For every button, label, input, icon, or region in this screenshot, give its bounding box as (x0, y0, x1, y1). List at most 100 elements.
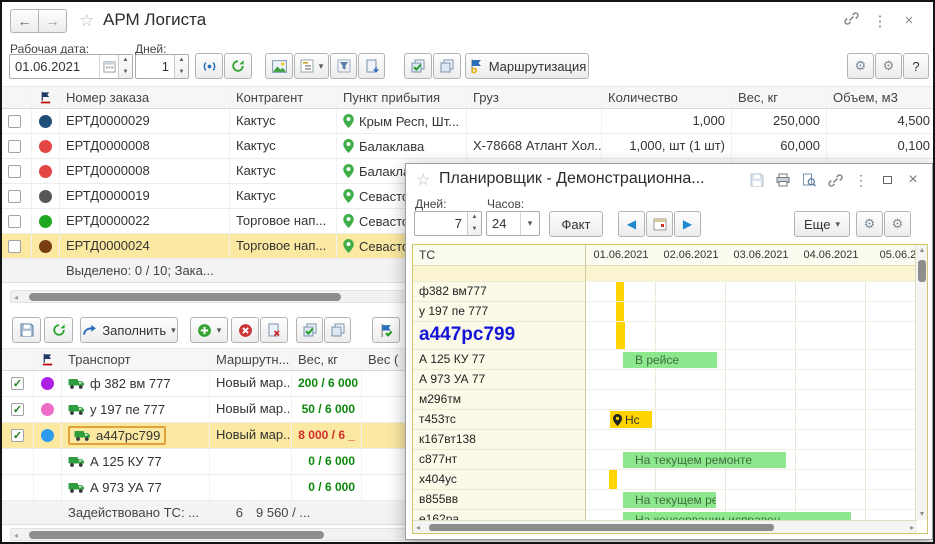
dialog-settings-button[interactable]: ⚙ (884, 211, 911, 237)
cancel-doc-button[interactable] (260, 317, 288, 343)
monitor-button[interactable] (195, 53, 223, 79)
col-contractor[interactable]: Контрагент (230, 87, 337, 108)
dialog-maximize-icon[interactable] (876, 171, 898, 189)
filter-button[interactable] (330, 53, 357, 79)
date-spinner[interactable]: ▲▼ (118, 55, 132, 78)
dialog-settings-doc-button[interactable]: ⚙ (856, 211, 883, 237)
checkbox-icon[interactable] (8, 115, 21, 128)
transport-name-cell[interactable]: а447рс799 (68, 426, 166, 445)
col-weight[interactable]: Вес, кг (732, 87, 827, 108)
gantt-bar[interactable]: На текущем ре (623, 492, 716, 508)
checkbox-checked-icon[interactable]: ✓ (11, 403, 24, 416)
refresh-transport-button[interactable] (44, 317, 73, 343)
dialog-hours-select[interactable]: 24 ▾ (486, 211, 540, 236)
next-period-button[interactable]: ▶ (674, 211, 701, 237)
transport-name-cell[interactable]: у 197 пе 777 (68, 402, 165, 417)
gantt-bar[interactable]: На консервации исправен (623, 512, 851, 520)
gantt-row-timeline[interactable]: Нс (586, 410, 917, 430)
transport-name[interactable]: А 125 КУ 77 (62, 449, 210, 474)
favorite-star-icon[interactable]: ☆ (79, 11, 94, 31)
check-all-button[interactable] (404, 53, 432, 79)
post-flag-button[interactable] (372, 317, 400, 343)
order-row[interactable]: ЕРТД0000029КактусКрым Респ, Шт...1,00025… (2, 109, 935, 134)
order-row[interactable]: ЕРТД0000008КактусБалаклаваХ-78668 Атлант… (2, 134, 935, 159)
gantt-bar[interactable]: На текущем ремонте (623, 452, 786, 468)
dialog-close-icon[interactable]: × (902, 171, 924, 189)
gantt-row-timeline[interactable] (586, 282, 917, 302)
transport-hscroll-thumb[interactable] (29, 531, 324, 539)
col-qty[interactable]: Количество (602, 87, 732, 108)
gantt-row[interactable]: е162раНа консервации исправен (413, 510, 917, 520)
gantt-row-timeline[interactable]: В рейсе (586, 350, 917, 370)
gantt-row[interactable]: А 125 КУ 77В рейсе (413, 350, 917, 370)
gantt-row[interactable]: А 973 УА 77 (413, 370, 917, 390)
checkbox-checked-icon[interactable]: ✓ (11, 377, 24, 390)
gantt-row[interactable]: с877нтНа текущем ремонте (413, 450, 917, 470)
gantt-row[interactable]: в855ввНа текущем ре (413, 490, 917, 510)
transport-name-cell[interactable]: А 125 КУ 77 (68, 454, 162, 469)
refresh-button[interactable] (224, 53, 252, 79)
gantt-row-timeline[interactable] (586, 390, 917, 410)
gantt-vscroll-thumb[interactable] (918, 260, 926, 282)
gantt-row-timeline[interactable] (586, 470, 917, 490)
gantt-row-timeline[interactable] (586, 302, 917, 322)
transport-name[interactable]: А 973 УА 77 (62, 475, 210, 500)
days-input[interactable]: 1 (136, 55, 174, 78)
gantt-row-timeline[interactable]: На текущем ремонте (586, 450, 917, 470)
more-button[interactable]: Еще▾ (794, 211, 850, 237)
dialog-link-icon[interactable] (824, 171, 846, 189)
gantt-bar[interactable] (616, 282, 624, 301)
gantt-row-timeline[interactable] (586, 430, 917, 450)
gantt-row[interactable]: а447рс799 (413, 322, 917, 350)
transport-name-cell[interactable]: ф 382 вм 777 (68, 376, 171, 391)
gantt-row[interactable]: ф382 вм777 (413, 282, 917, 302)
period-calendar-button[interactable] (646, 211, 673, 237)
check-all-transport-button[interactable] (296, 317, 323, 343)
dialog-days-input[interactable]: 7 (415, 212, 467, 235)
transport-name-cell[interactable]: А 973 УА 77 (68, 480, 162, 495)
col-volume[interactable]: Объем, м3 (827, 87, 935, 108)
back-button[interactable]: ← (10, 9, 39, 33)
chevron-down-icon[interactable]: ▾ (520, 212, 539, 235)
close-icon[interactable]: × (899, 12, 919, 29)
col-order-number[interactable]: Номер заказа (60, 87, 230, 108)
prev-period-button[interactable]: ◀ (618, 211, 645, 237)
gantt-bar[interactable]: Нс (610, 411, 652, 428)
save-button[interactable] (12, 317, 41, 343)
days-spinner[interactable]: ▲▼ (174, 55, 188, 78)
gantt-row-timeline[interactable] (586, 266, 917, 282)
gantt-hscrollbar[interactable]: ◂ ▸ (413, 520, 917, 533)
col-destination[interactable]: Пункт прибытия (337, 87, 467, 108)
checkbox-icon[interactable] (8, 215, 21, 228)
gantt-bar[interactable] (609, 470, 617, 489)
col-route[interactable]: Маршрутн... (210, 349, 292, 370)
gantt-bar[interactable]: В рейсе (623, 352, 717, 368)
gantt-row[interactable]: т453тсНс (413, 410, 917, 430)
dialog-days-field[interactable]: 7 ▲▼ (414, 211, 482, 236)
checkbox-icon[interactable] (8, 140, 21, 153)
gantt-row[interactable]: к167вт138 (413, 430, 917, 450)
routing-button[interactable]: Маршрутизация (465, 53, 589, 79)
transport-name[interactable]: а447рс799 (62, 423, 210, 448)
col-weight[interactable]: Вес, кг (292, 349, 362, 370)
gantt-row[interactable] (413, 266, 917, 282)
gantt-bar[interactable] (616, 322, 625, 349)
dialog-menu-dots-icon[interactable]: ⋮ (850, 171, 872, 189)
dialog-save-icon[interactable] (746, 171, 768, 189)
col-transport[interactable]: Транспорт (62, 349, 210, 370)
copy-transport-button[interactable] (324, 317, 351, 343)
gantt-row-timeline[interactable]: На консервации исправен (586, 510, 917, 520)
gantt-row[interactable]: м296тм (413, 390, 917, 410)
fact-button[interactable]: Факт (549, 211, 603, 237)
fill-button[interactable]: Заполнить ▾ (80, 317, 178, 343)
dialog-days-spinner[interactable]: ▲▼ (467, 212, 481, 235)
copy-layers-button[interactable] (433, 53, 461, 79)
settings-doc-button[interactable]: ⚙ (847, 53, 874, 79)
checkbox-checked-icon[interactable]: ✓ (11, 429, 24, 442)
gantt-row-timeline[interactable] (586, 322, 917, 350)
delete-button[interactable] (231, 317, 259, 343)
add-button[interactable]: ▾ (190, 317, 228, 343)
orders-hscroll-thumb[interactable] (29, 293, 341, 301)
gantt-row[interactable]: у 197 пе 777 (413, 302, 917, 322)
calendar-icon[interactable] (99, 55, 118, 78)
